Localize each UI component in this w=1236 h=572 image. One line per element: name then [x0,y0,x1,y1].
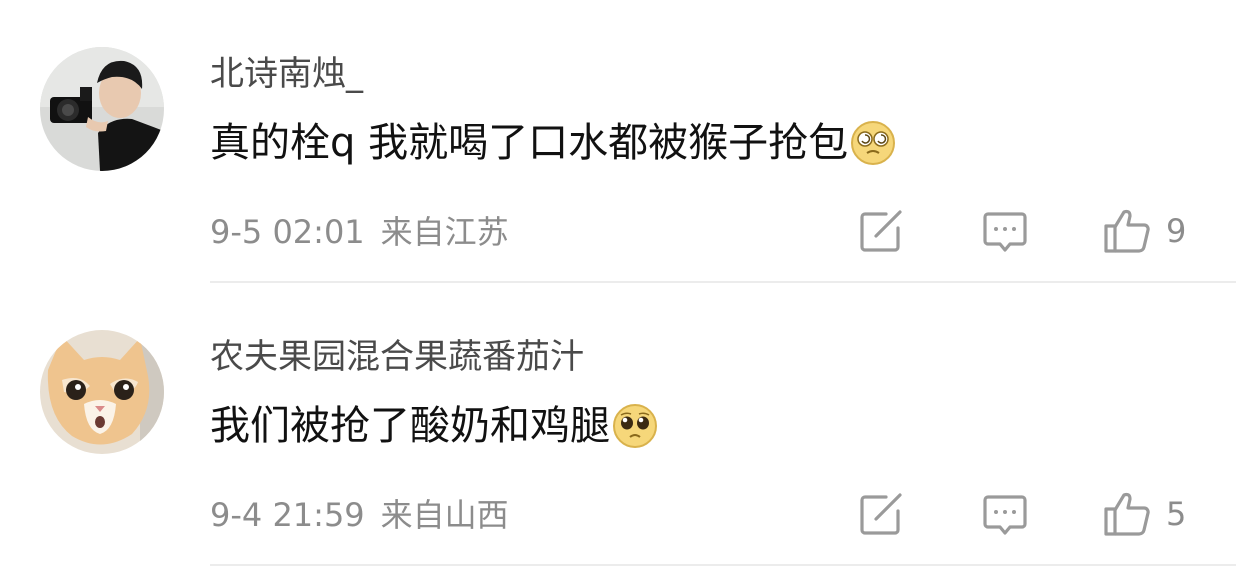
username[interactable]: 农夫果园混合果蔬番茄汁 [210,337,584,377]
comment-time: 9-4 21:59 [210,496,365,534]
comment-location: 来自江苏 [380,213,509,251]
share-button[interactable] [856,488,906,540]
comment-time: 9-5 02:01 [210,213,365,251]
thumbs-up-icon [1104,492,1150,536]
comment-item: 北诗南烛_ 真的栓q 我就喝了口水都被猴子抢包 9-5 02:01 来自江苏 9 [0,0,1236,283]
pleading-face-emoji-icon [612,403,658,449]
comment-item: 农夫果园混合果蔬番茄汁 我们被抢了酸奶和鸡腿 9-4 21:59 来自山西 5 [0,283,1236,566]
comment-meta: 9-4 21:59 来自山西 [210,495,509,535]
dizzy-eyes-emoji-icon [850,120,896,166]
avatar-photographer-image [40,47,164,171]
avatar[interactable] [40,47,164,171]
share-edit-icon [860,493,902,535]
avatar-cat-image [40,330,164,454]
username[interactable]: 北诗南烛_ [210,54,363,94]
comment-meta: 9-5 02:01 来自江苏 [210,212,509,252]
divider [210,564,1236,566]
comment-bubble-icon [983,212,1027,252]
like-count: 9 [1166,212,1187,250]
comment-list: 北诗南烛_ 真的栓q 我就喝了口水都被猴子抢包 9-5 02:01 来自江苏 9… [0,0,1236,566]
reply-button[interactable] [980,205,1030,257]
like-button[interactable]: 9 [1102,205,1186,257]
reply-button[interactable] [980,488,1030,540]
share-button[interactable] [856,205,906,257]
thumbs-up-icon [1104,209,1150,253]
comment-text-row: 我们被抢了酸奶和鸡腿 [210,400,658,452]
comment-text: 我们被抢了酸奶和鸡腿 [210,403,610,449]
comment-bubble-icon [983,495,1027,535]
comment-text: 真的栓q 我就喝了口水都被猴子抢包 [210,120,849,166]
like-count: 5 [1166,495,1187,533]
like-button[interactable]: 5 [1102,488,1186,540]
avatar[interactable] [40,330,164,454]
comment-location: 来自山西 [380,496,509,534]
comment-text-row: 真的栓q 我就喝了口水都被猴子抢包 [210,117,896,169]
share-edit-icon [860,210,902,252]
